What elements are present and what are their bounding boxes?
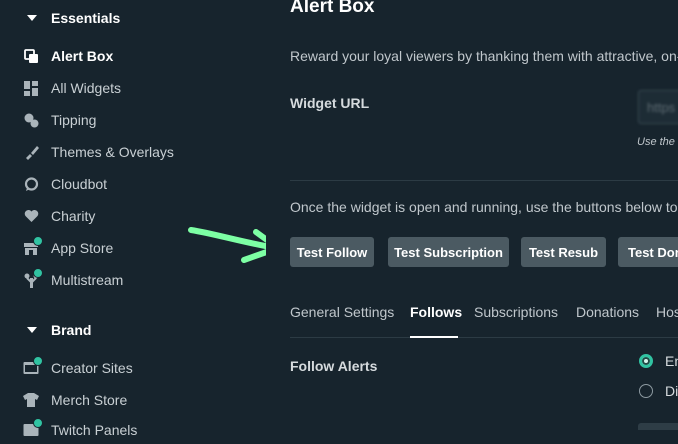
- multistream-icon: [23, 268, 43, 288]
- sidebar-item-themes-overlays[interactable]: Themes & Overlays: [0, 138, 266, 166]
- section-label: Brand: [51, 322, 92, 338]
- tab-hosts[interactable]: Hos: [656, 304, 678, 320]
- divider: [290, 180, 678, 181]
- tab-general-settings[interactable]: General Settings: [290, 304, 394, 320]
- sidebar-item-label: Twitch Panels: [51, 422, 138, 438]
- widget-url-hint: Use the: [637, 136, 675, 148]
- sidebar-item-cloudbot[interactable]: Cloudbot: [0, 170, 266, 198]
- new-badge-icon: [33, 418, 43, 428]
- widget-url-field[interactable]: https: [638, 90, 678, 124]
- sidebar-item-label: App Store: [51, 240, 114, 256]
- sidebar: Essentials Alert Box All Widgets Tipping…: [0, 0, 266, 438]
- sidebar-item-label: Cloudbot: [51, 176, 108, 192]
- sidebar-item-tipping[interactable]: Tipping: [0, 106, 266, 134]
- section-label: Essentials: [51, 10, 121, 26]
- sidebar-item-label: Multistream: [51, 272, 124, 288]
- page-description: Reward your loyal viewers by thanking th…: [290, 48, 678, 64]
- widget-url-value: https: [647, 100, 676, 115]
- widget-url-label: Widget URL: [290, 95, 370, 111]
- sidebar-item-multistream[interactable]: Multistream: [0, 266, 266, 294]
- sidebar-item-alert-box[interactable]: Alert Box: [0, 42, 266, 70]
- new-badge-icon: [33, 268, 43, 278]
- page-title: Alert Box: [290, 0, 375, 17]
- active-tab-indicator: [410, 336, 458, 338]
- store-icon: [23, 236, 43, 256]
- section-header-essentials[interactable]: Essentials: [0, 5, 120, 31]
- test-donation-button[interactable]: Test Don: [618, 237, 678, 267]
- coins-icon: [23, 112, 39, 128]
- test-resub-button[interactable]: Test Resub: [521, 237, 606, 267]
- sidebar-item-creator-sites[interactable]: Creator Sites: [0, 354, 266, 382]
- paint-brush-icon: [23, 144, 39, 160]
- sidebar-item-label: Charity: [51, 208, 96, 224]
- sidebar-item-all-widgets[interactable]: All Widgets: [0, 74, 266, 102]
- next-field-edge[interactable]: [638, 423, 678, 430]
- section-header-brand[interactable]: Brand: [0, 317, 91, 343]
- sidebar-item-label: Merch Store: [51, 392, 128, 408]
- heart-icon: [23, 208, 39, 224]
- sidebar-item-label: Tipping: [51, 112, 97, 128]
- tabs-divider: [290, 337, 678, 338]
- enable-radio[interactable]: [639, 354, 653, 368]
- widgets-grid-icon: [23, 80, 39, 96]
- enable-radio-label: En: [665, 353, 678, 369]
- chat-bubble-icon: [23, 176, 39, 192]
- test-instructions: Once the widget is open and running, use…: [290, 199, 678, 215]
- tshirt-icon: [23, 392, 39, 408]
- sidebar-item-label: Creator Sites: [51, 360, 133, 376]
- panels-icon: [23, 418, 43, 438]
- test-follow-button[interactable]: Test Follow: [290, 237, 374, 267]
- alert-box-icon: [23, 48, 39, 64]
- caret-down-icon: [27, 15, 37, 21]
- new-badge-icon: [33, 356, 43, 366]
- tab-follows[interactable]: Follows: [410, 304, 462, 320]
- main-content: Alert Box Reward your loyal viewers by t…: [266, 0, 678, 430]
- follow-alerts-label: Follow Alerts: [290, 358, 378, 374]
- sidebar-item-label: Alert Box: [51, 48, 114, 64]
- sidebar-item-twitch-panels[interactable]: Twitch Panels: [0, 416, 266, 444]
- browser-window-icon: [23, 356, 43, 376]
- disable-radio[interactable]: [639, 384, 653, 398]
- sidebar-item-label: Themes & Overlays: [51, 144, 174, 160]
- sidebar-item-label: All Widgets: [51, 80, 122, 96]
- tab-donations[interactable]: Donations: [576, 304, 639, 320]
- tab-subscriptions[interactable]: Subscriptions: [474, 304, 558, 320]
- caret-down-icon: [27, 327, 37, 333]
- test-subscription-button[interactable]: Test Subscription: [388, 237, 509, 267]
- sidebar-item-merch-store[interactable]: Merch Store: [0, 386, 266, 414]
- disable-radio-label: Di: [665, 383, 678, 399]
- new-badge-icon: [33, 236, 43, 246]
